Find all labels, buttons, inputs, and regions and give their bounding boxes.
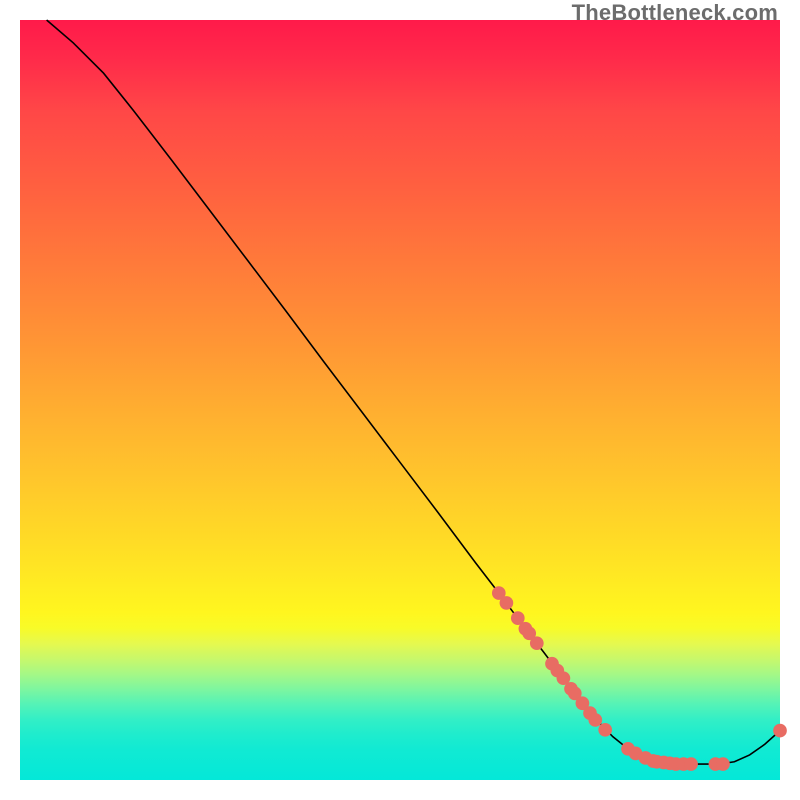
data-points bbox=[492, 586, 787, 771]
curve-line bbox=[47, 20, 780, 764]
data-point bbox=[773, 724, 787, 738]
data-point bbox=[588, 713, 602, 727]
chart-svg bbox=[20, 20, 780, 780]
data-point bbox=[530, 636, 544, 650]
data-point bbox=[598, 723, 612, 737]
chart-container: TheBottleneck.com bbox=[0, 0, 800, 800]
data-point bbox=[500, 596, 514, 610]
data-point bbox=[716, 757, 730, 771]
data-point bbox=[684, 757, 698, 771]
